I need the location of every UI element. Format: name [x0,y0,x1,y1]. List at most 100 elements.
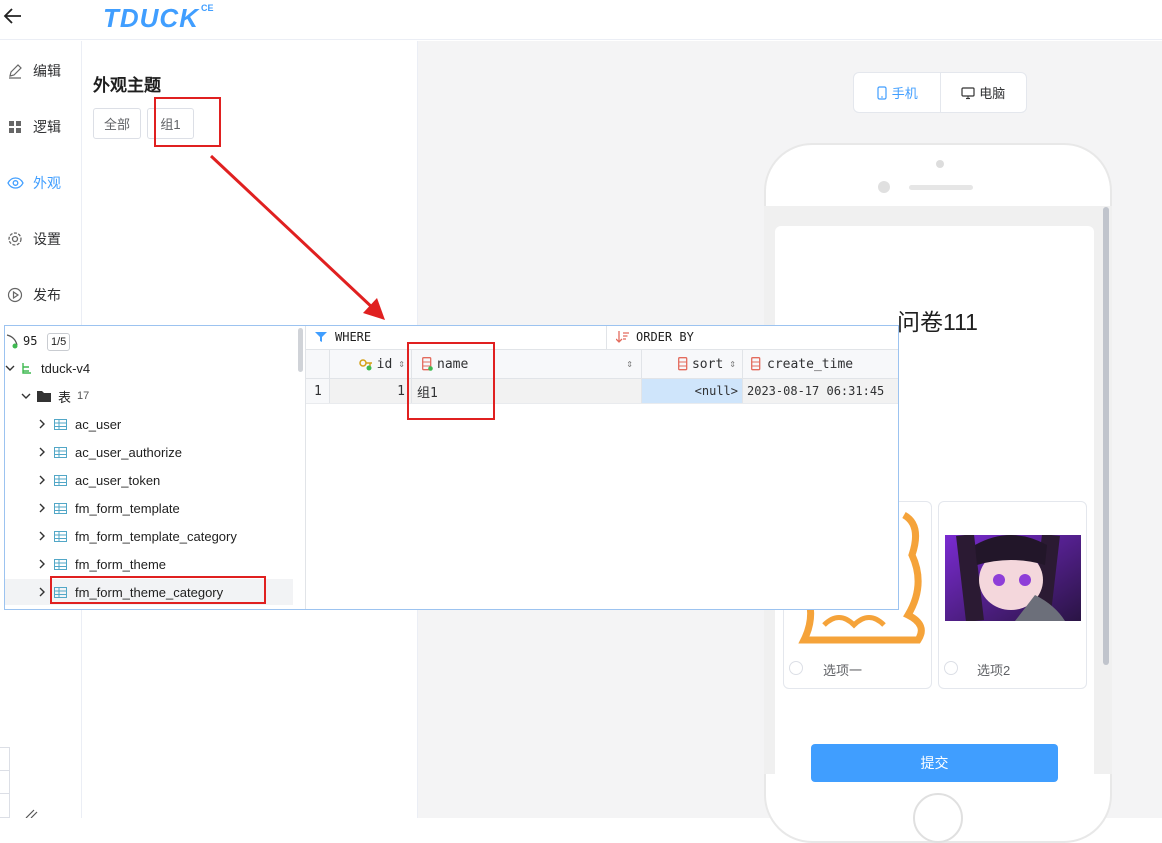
cell-create-time-value: 2023-08-17 06:31:45 [747,384,885,398]
back-arrow-icon[interactable] [2,5,24,27]
phone-camera [878,181,890,193]
chevron-right-icon [39,475,45,485]
option-radio-2[interactable] [944,661,958,675]
image-option-card-2[interactable] [938,501,1087,689]
tree-row-table[interactable]: fm_form_template [5,495,293,521]
option-label-2: 选项2 [977,663,1011,678]
table-row[interactable]: 1 1 组1 <null> 2023-08-17 06:31:45 [306,379,898,404]
schema-name: tduck-v4 [41,360,91,376]
column-label-id: id [376,356,393,372]
tree-scrollbar[interactable] [298,328,303,372]
nav-label-appearance: 外观 [33,175,61,191]
chevron-right-icon [39,503,45,513]
column-header-sort[interactable]: sort ⇕ [642,350,743,378]
grid-filter-bar: WHERE ORDER BY [306,326,898,350]
row-number-header [306,350,330,378]
chevron-right-icon [39,559,45,569]
chevron-right-icon [39,587,45,597]
connection-badge: 1/5 [47,333,71,351]
annotation-box-chip [154,97,221,147]
desktop-toggle-button[interactable]: 电脑 [939,73,1027,112]
logo: TDUCK [103,3,199,33]
table-icon [54,502,67,514]
column-header-create-time[interactable]: create_time [743,350,898,378]
nav-item-settings[interactable]: 设置 [0,224,82,254]
device-toggle: 手机 电脑 [853,72,1027,113]
table-name: fm_form_template_category [75,528,237,544]
grid-header: id ⇕ name ⇕ sort ⇕ create_time [306,350,898,379]
sort-toggle-icon[interactable]: ⇕ [398,360,405,369]
tree-row-table[interactable]: ac_user_token [5,467,293,493]
option-label-1: 选项一 [823,663,863,678]
annotation-arrow-icon [209,154,385,320]
tables-folder-label: 表 [58,389,72,405]
nav-label-logic: 逻辑 [33,119,61,135]
row-number: 1 [306,379,330,403]
logic-grid-icon [9,121,21,133]
orderby-filter[interactable]: ORDER BY [607,326,898,350]
chip-all[interactable]: 全部 [93,108,141,139]
folder-icon [37,391,51,402]
cell-sort[interactable]: <null> [642,379,743,403]
nav-item-logic[interactable]: 逻辑 [0,112,82,142]
eye-icon [7,177,24,189]
monitor-icon [961,86,975,99]
tree-row-table[interactable]: ac_user_authorize [5,439,293,465]
column-icon [751,357,761,371]
cell-id[interactable]: 1 [330,379,412,403]
tree-row-tables-folder[interactable]: 表 17 [5,383,293,409]
nav-item-edit[interactable]: 编辑 [0,56,82,86]
publish-icon [7,287,23,303]
edit-icon [9,64,22,79]
table-name: ac_user [75,416,122,432]
primary-key-icon [358,359,372,371]
connection-icon [6,334,18,349]
annotation-box-table [50,576,266,604]
sort-toggle-icon[interactable]: ⇕ [729,360,736,369]
column-label-create-time: create_time [767,356,854,372]
column-header-id[interactable]: id ⇕ [330,350,412,378]
tree-row-table[interactable]: fm_form_theme [5,551,293,577]
phone-icon [877,85,887,100]
logo-edition: CE [201,3,214,13]
annotation-box-name-column [407,342,495,420]
nav-label-settings: 设置 [33,231,61,247]
top-bar: TDUCK CE [0,0,1162,40]
phone-home-button [913,793,963,843]
chevron-right-icon [39,531,45,541]
desktop-toggle-label: 电脑 [979,86,1006,101]
phone-scrollbar[interactable] [1103,207,1109,665]
tree-row-schema[interactable]: tduck-v4 [5,355,293,381]
where-label: WHERE [335,330,372,344]
form-title: 问卷111 [897,309,978,335]
mobile-toggle-label: 手机 [891,86,918,101]
chevron-right-icon [39,447,45,457]
nav-item-appearance[interactable]: 外观 [0,168,82,198]
table-icon [54,530,67,542]
table-icon [54,418,67,430]
nav-item-publish[interactable]: 发布 [0,280,82,310]
nav-label-publish: 发布 [33,287,61,303]
table-name: fm_form_template [75,500,180,516]
filter-icon [315,332,327,342]
submit-button[interactable]: 提交 [811,744,1058,782]
chevron-right-icon [39,419,45,429]
gear-icon [8,232,22,246]
corner-widget [0,747,10,818]
table-name: ac_user_token [75,472,161,488]
tree-row-table[interactable]: fm_form_template_category [5,523,293,549]
database-tree: 95 1/5 tduck-v4 表 17 ac_user ac_user_aut… [5,326,306,609]
cell-create-time[interactable]: 2023-08-17 06:31:45 [743,379,898,403]
table-name: ac_user_authorize [75,444,182,460]
tree-row-table[interactable]: ac_user [5,411,293,437]
sort-icon [616,331,629,343]
sort-toggle-icon[interactable]: ⇕ [626,360,633,369]
option-image-2 [945,535,1081,621]
column-icon [678,357,688,371]
mobile-toggle-button[interactable]: 手机 [854,73,940,112]
table-icon [54,474,67,486]
option-radio-1[interactable] [789,661,803,675]
tree-row-connection[interactable]: 95 1/5 [5,328,293,354]
orderby-label: ORDER BY [636,330,694,344]
resize-grip-icon [25,809,38,818]
